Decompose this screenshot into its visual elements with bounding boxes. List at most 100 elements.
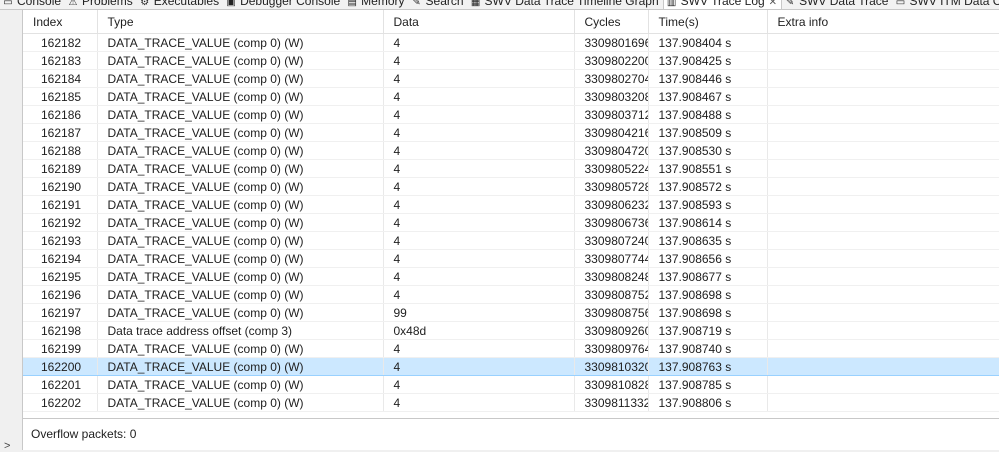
- cell-time: 137.908572 s: [648, 177, 768, 196]
- column-header-time-s-[interactable]: Time(s): [648, 10, 768, 34]
- tab-swv-trace-log[interactable]: ▥ SWV Trace Log ✕: [662, 0, 783, 9]
- table-row-selected[interactable]: 162200 DATA_TRACE_VALUE (comp 0) (W) 4 3309…: [23, 357, 999, 376]
- cell-index: 162191: [23, 195, 98, 214]
- trace-log-icon: ▥: [666, 0, 677, 8]
- cell-index: 162196: [23, 285, 98, 304]
- cell-extra-info: [767, 105, 999, 124]
- tab-swv-data-trace[interactable]: ✎ SWV Data Trace: [782, 0, 892, 9]
- table-row[interactable]: 162192 DATA_TRACE_VALUE (comp 0) (W) 4 3309…: [23, 213, 999, 232]
- cell-cycles: 3309803208: [574, 87, 649, 106]
- column-header-type[interactable]: Type: [97, 10, 384, 34]
- cell-index: 162192: [23, 213, 98, 232]
- table-row[interactable]: 162188 DATA_TRACE_VALUE (comp 0) (W) 4 3309…: [23, 141, 999, 160]
- tab-search[interactable]: ✎ Search: [409, 0, 468, 9]
- graph-icon: ▦: [470, 0, 481, 8]
- tab-problems[interactable]: ⚠ Problems: [65, 0, 137, 9]
- column-header-index[interactable]: Index: [23, 10, 98, 34]
- cell-extra-info: [767, 357, 999, 376]
- tab-swv-itm-data-console[interactable]: ▭SWV ITM Data Console: [892, 0, 999, 9]
- column-header-data[interactable]: Data: [383, 10, 575, 34]
- table-row[interactable]: 162187 DATA_TRACE_VALUE (comp 0) (W) 4 3309…: [23, 123, 999, 142]
- cell-time: 137.908488 s: [648, 105, 768, 124]
- table-row[interactable]: 162193 DATA_TRACE_VALUE (comp 0) (W) 4 3309…: [23, 231, 999, 250]
- cell-time: 137.908785 s: [648, 375, 768, 394]
- cell-type: Data trace address offset (comp 3): [97, 321, 384, 340]
- cell-cycles: 3309808756: [574, 303, 649, 322]
- cell-time: 137.908719 s: [648, 321, 768, 340]
- cell-extra-info: [767, 375, 999, 394]
- cell-index: 162199: [23, 339, 98, 358]
- cell-cycles: 3309807744: [574, 249, 649, 268]
- cell-type: DATA_TRACE_VALUE (comp 0) (W): [97, 87, 384, 106]
- cell-time: 137.908530 s: [648, 141, 768, 160]
- table-row[interactable]: 162194 DATA_TRACE_VALUE (comp 0) (W) 4 3309…: [23, 249, 999, 268]
- executables-icon: ⚙: [140, 0, 150, 8]
- cell-time: 137.908593 s: [648, 195, 768, 214]
- cell-extra-info: [767, 177, 999, 196]
- expand-chevron-icon[interactable]: >: [4, 440, 14, 452]
- cell-cycles: 3309804720: [574, 141, 649, 160]
- cell-cycles: 3309806736: [574, 213, 649, 232]
- table-row[interactable]: 162201 DATA_TRACE_VALUE (comp 0) (W) 4 3309…: [23, 375, 999, 394]
- table-row[interactable]: 162183 DATA_TRACE_VALUE (comp 0) (W) 4 3309…: [23, 51, 999, 70]
- cell-data: 4: [383, 195, 575, 214]
- overflow-packets-label: Overflow packets: 0: [31, 427, 137, 441]
- table-row[interactable]: 162199 DATA_TRACE_VALUE (comp 0) (W) 4 3309…: [23, 339, 999, 358]
- cell-time: 137.908740 s: [648, 339, 768, 358]
- cell-extra-info: [767, 303, 999, 322]
- tab-label: Memory: [361, 0, 405, 8]
- cell-index: 162202: [23, 393, 98, 412]
- cell-type: DATA_TRACE_VALUE (comp 0) (W): [97, 231, 384, 250]
- table-row[interactable]: 162202 DATA_TRACE_VALUE (comp 0) (W) 4 3309…: [23, 393, 999, 412]
- tab-memory[interactable]: ▤ Memory: [344, 0, 408, 9]
- cell-type: DATA_TRACE_VALUE (comp 0) (W): [97, 105, 384, 124]
- tab-debugger-console[interactable]: ▣ Debugger Console: [223, 0, 344, 9]
- cell-type: DATA_TRACE_VALUE (comp 0) (W): [97, 159, 384, 178]
- cell-index: 162185: [23, 87, 98, 106]
- cell-data: 4: [383, 69, 575, 88]
- debugger-console-icon: ▣: [226, 0, 236, 8]
- cell-data: 4: [383, 105, 575, 124]
- cell-data: 0x48d: [383, 321, 575, 340]
- cell-index: 162194: [23, 249, 98, 268]
- cell-cycles: 3309805224: [574, 159, 649, 178]
- cell-type: DATA_TRACE_VALUE (comp 0) (W): [97, 51, 384, 70]
- table-row[interactable]: 162198 Data trace address offset (comp 3)…: [23, 321, 999, 340]
- tab-swv-data-trace-timeline-graph[interactable]: ▦ SWV Data Trace Timeline Graph: [468, 0, 663, 9]
- cell-cycles: 3309809260: [574, 321, 649, 340]
- table-row[interactable]: 162197 DATA_TRACE_VALUE (comp 0) (W) 99 330…: [23, 303, 999, 322]
- table-row[interactable]: 162186 DATA_TRACE_VALUE (comp 0) (W) 4 3309…: [23, 105, 999, 124]
- cell-type: DATA_TRACE_VALUE (comp 0) (W): [97, 375, 384, 394]
- cell-cycles: 3309809764: [574, 339, 649, 358]
- cell-data: 4: [383, 159, 575, 178]
- cell-index: 162186: [23, 105, 98, 124]
- cell-extra-info: [767, 87, 999, 106]
- close-tab-icon[interactable]: ✕: [769, 0, 777, 8]
- tab-executables[interactable]: ⚙ Executables: [137, 0, 223, 9]
- cell-time: 137.908614 s: [648, 213, 768, 232]
- column-header-cycles[interactable]: Cycles: [574, 10, 649, 34]
- cell-type: DATA_TRACE_VALUE (comp 0) (W): [97, 69, 384, 88]
- table-row[interactable]: 162196 DATA_TRACE_VALUE (comp 0) (W) 4 3309…: [23, 285, 999, 304]
- table-row[interactable]: 162190 DATA_TRACE_VALUE (comp 0) (W) 4 3309…: [23, 177, 999, 196]
- table-row[interactable]: 162189 DATA_TRACE_VALUE (comp 0) (W) 4 3309…: [23, 159, 999, 178]
- table-row[interactable]: 162182 DATA_TRACE_VALUE (comp 0) (W) 4 3309…: [23, 33, 999, 52]
- cell-data: 4: [383, 87, 575, 106]
- tab-label: SWV Data Trace: [799, 0, 889, 8]
- cell-index: 162190: [23, 177, 98, 196]
- table-row[interactable]: 162184 DATA_TRACE_VALUE (comp 0) (W) 4 3309…: [23, 69, 999, 88]
- table-row[interactable]: 162185 DATA_TRACE_VALUE (comp 0) (W) 4 3309…: [23, 87, 999, 106]
- cell-cycles: 3309807240: [574, 231, 649, 250]
- left-gutter: >: [0, 10, 22, 452]
- column-header-extra-info[interactable]: Extra info: [767, 10, 999, 34]
- cell-data: 4: [383, 51, 575, 70]
- cell-time: 137.908698 s: [648, 303, 768, 322]
- cell-index: 162182: [23, 33, 98, 52]
- cell-data: 4: [383, 393, 575, 412]
- cell-extra-info: [767, 141, 999, 160]
- table-row[interactable]: 162191 DATA_TRACE_VALUE (comp 0) (W) 4 3309…: [23, 195, 999, 214]
- cell-data: 4: [383, 123, 575, 142]
- cell-data: 4: [383, 141, 575, 160]
- table-row[interactable]: 162195 DATA_TRACE_VALUE (comp 0) (W) 4 3309…: [23, 267, 999, 286]
- tab-console[interactable]: ▭ Console: [0, 0, 65, 9]
